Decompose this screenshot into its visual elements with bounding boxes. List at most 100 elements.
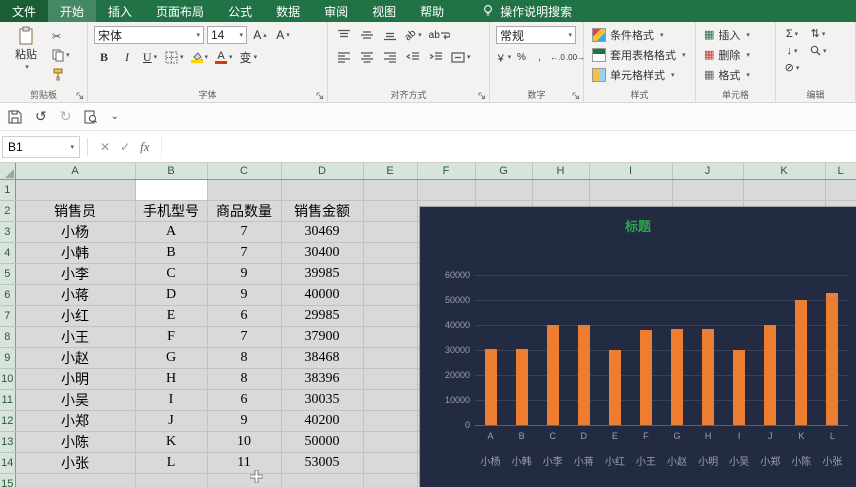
styles-button-1[interactable]: 套用表格格式 ▾ (590, 46, 691, 64)
dialog-launcher-icon[interactable] (478, 92, 486, 100)
redo-button[interactable]: ↻ (60, 108, 72, 125)
cell-D3[interactable]: 30469 (281, 221, 364, 243)
font-color-button[interactable]: A ▾ (213, 48, 235, 66)
cell-D11[interactable]: 30035 (281, 389, 364, 411)
bar-B[interactable] (515, 349, 528, 425)
bar-I[interactable] (733, 349, 746, 425)
cell-E3[interactable] (363, 221, 418, 243)
cell-D7[interactable]: 29985 (281, 305, 364, 327)
cell-B9[interactable]: G (135, 347, 208, 369)
cell-D12[interactable]: 40200 (281, 410, 364, 432)
row-header-12[interactable]: 12 (0, 410, 16, 432)
cell-B8[interactable]: F (135, 326, 208, 348)
cell-C7[interactable]: 6 (207, 305, 282, 327)
cell-D15[interactable] (281, 473, 364, 487)
menu-tab-5[interactable]: 数据 (264, 0, 312, 22)
cell-A8[interactable]: 小王 (15, 326, 136, 348)
column-header-H[interactable]: H (532, 163, 590, 180)
cell-A14[interactable]: 小张 (15, 452, 136, 474)
formula-input[interactable] (160, 135, 856, 158)
bar-D[interactable] (577, 325, 590, 425)
cell-C2[interactable]: 商品数量 (207, 200, 282, 222)
cell-D8[interactable]: 37900 (281, 326, 364, 348)
menu-tab-2[interactable]: 插入 (96, 0, 144, 22)
bar-K[interactable] (795, 300, 808, 425)
cell-C9[interactable]: 8 (207, 347, 282, 369)
fill-color-button[interactable]: ▾ (189, 48, 211, 66)
cell-E5[interactable] (363, 263, 418, 285)
format-painter-button[interactable] (52, 66, 78, 82)
cell-A15[interactable] (15, 473, 136, 487)
row-header-2[interactable]: 2 (0, 200, 16, 222)
cell-E15[interactable] (363, 473, 418, 487)
row-header-5[interactable]: 5 (0, 263, 16, 285)
merge-center-button[interactable]: ▾ (449, 48, 473, 66)
cell-D6[interactable]: 40000 (281, 284, 364, 306)
column-header-C[interactable]: C (207, 163, 282, 180)
column-header-L[interactable]: L (825, 163, 856, 180)
increase-font-size-button[interactable]: A ▴ (250, 26, 270, 44)
cell-C15[interactable] (207, 473, 282, 487)
tell-me-search[interactable]: 操作说明搜索 (482, 0, 572, 22)
cell-D13[interactable]: 50000 (281, 431, 364, 453)
cell-B10[interactable]: H (135, 368, 208, 390)
row-header-13[interactable]: 13 (0, 431, 16, 453)
bar-L[interactable] (826, 292, 839, 425)
cell-C13[interactable]: 10 (207, 431, 282, 453)
cell-E7[interactable] (363, 305, 418, 327)
font-name-select[interactable]: 宋体 ▾ (94, 26, 204, 44)
menu-tab-3[interactable]: 页面布局 (144, 0, 216, 22)
insert-function-button[interactable]: fx (140, 139, 149, 155)
cell-B2[interactable]: 手机型号 (135, 200, 208, 222)
cell-E14[interactable] (363, 452, 418, 474)
fill-button[interactable]: ↓ ▾ (782, 43, 802, 58)
cancel-button[interactable]: ✕ (100, 140, 110, 154)
menu-tab-6[interactable]: 审阅 (312, 0, 360, 22)
menu-tab-0[interactable]: 文件 (0, 0, 49, 22)
enter-button[interactable]: ✓ (120, 140, 130, 154)
cell-C14[interactable]: 11 (207, 452, 282, 474)
row-header-10[interactable]: 10 (0, 368, 16, 390)
cell-E2[interactable] (363, 200, 418, 222)
column-header-A[interactable]: A (15, 163, 136, 180)
row-header-14[interactable]: 14 (0, 452, 16, 474)
customize-toolbar-button[interactable]: ⌄ (110, 111, 118, 122)
cell-H1[interactable] (532, 179, 590, 201)
bar-G[interactable] (671, 328, 683, 425)
cell-E8[interactable] (363, 326, 418, 348)
decrease-decimal-button[interactable]: .00→ (566, 48, 585, 66)
bottom-align-button[interactable] (380, 26, 400, 44)
cell-D14[interactable]: 53005 (281, 452, 364, 474)
column-header-K[interactable]: K (743, 163, 826, 180)
cells-button-0[interactable]: ▦ 插入 ▾ (702, 26, 771, 44)
paste-button[interactable]: 粘贴 ▾ (6, 26, 46, 82)
cell-D5[interactable]: 39985 (281, 263, 364, 285)
column-header-G[interactable]: G (475, 163, 533, 180)
accounting-format-button[interactable]: ￥ ▾ (496, 48, 512, 66)
cell-L1[interactable] (825, 179, 856, 201)
column-header-D[interactable]: D (281, 163, 364, 180)
cell-E9[interactable] (363, 347, 418, 369)
menu-tab-4[interactable]: 公式 (216, 0, 264, 22)
column-header-E[interactable]: E (363, 163, 418, 180)
column-header-J[interactable]: J (672, 163, 744, 180)
bar-E[interactable] (608, 350, 621, 425)
cell-E13[interactable] (363, 431, 418, 453)
cell-D2[interactable]: 销售金额 (281, 200, 364, 222)
save-button[interactable] (8, 110, 22, 124)
cell-A1[interactable] (15, 179, 136, 201)
cell-B1[interactable] (135, 179, 208, 201)
wrap-text-button[interactable]: ab (427, 26, 452, 44)
cells-button-1[interactable]: ▦ 删除 ▾ (702, 46, 771, 64)
cell-A9[interactable]: 小赵 (15, 347, 136, 369)
chart[interactable]: 标题 60000 50000 40000 30000 20000 10000 0 A B C D E… (420, 207, 856, 487)
orientation-button[interactable]: ab ▾ (403, 26, 424, 44)
cell-A11[interactable]: 小吴 (15, 389, 136, 411)
column-header-B[interactable]: B (135, 163, 208, 180)
cell-B13[interactable]: K (135, 431, 208, 453)
cell-D10[interactable]: 38396 (281, 368, 364, 390)
row-header-9[interactable]: 9 (0, 347, 16, 369)
align-left-button[interactable] (334, 48, 354, 66)
cell-B11[interactable]: I (135, 389, 208, 411)
cell-G1[interactable] (475, 179, 533, 201)
